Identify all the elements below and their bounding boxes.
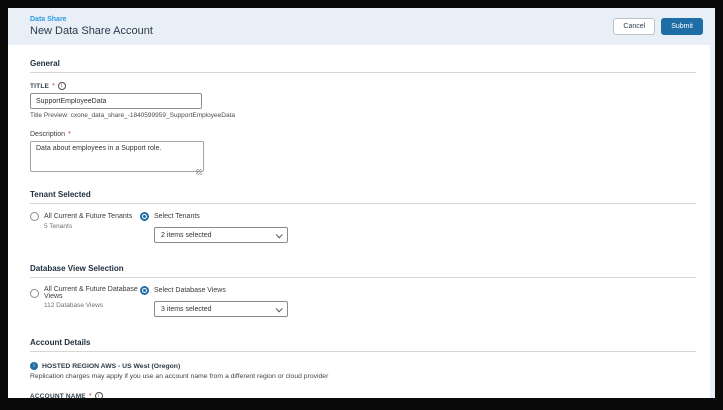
section-divider	[30, 351, 696, 352]
radio-checked-icon[interactable]	[140, 286, 149, 295]
breadcrumb[interactable]: Data Share	[30, 16, 153, 23]
chevron-down-icon	[276, 231, 283, 238]
info-icon[interactable]: i	[95, 392, 103, 398]
views-dropdown[interactable]: 3 items selected	[154, 301, 288, 317]
title-input[interactable]	[30, 93, 202, 109]
tenant-count: 5 Tenants	[44, 223, 140, 230]
info-icon-filled[interactable]: i	[30, 362, 38, 370]
section-general: General TITLE * i Title Preview: cxone_d…	[30, 59, 696, 177]
radio-unchecked-icon[interactable]	[30, 289, 39, 298]
required-asterisk: *	[68, 131, 71, 138]
header-actions: Cancel Submit	[613, 18, 703, 35]
submit-button[interactable]: Submit	[661, 18, 703, 35]
radio-all-tenants-label: All Current & Future Tenants	[44, 213, 132, 220]
views-count: 112 Database Views	[44, 302, 140, 309]
section-tenant: Tenant Selected All Current & Future Ten…	[30, 190, 696, 243]
radio-all-views-label: All Current & Future Database Views	[44, 286, 140, 300]
section-account: Account Details i HOSTED REGION AWS - US…	[30, 338, 696, 398]
chevron-down-icon	[276, 305, 283, 312]
radio-checked-icon[interactable]	[140, 212, 149, 221]
radio-all-views[interactable]: All Current & Future Database Views	[30, 286, 140, 300]
section-database: Database View Selection All Current & Fu…	[30, 264, 696, 317]
info-icon[interactable]: i	[58, 82, 66, 90]
form-content: General TITLE * i Title Preview: cxone_d…	[8, 59, 715, 398]
page-header: Data Share New Data Share Account Cancel…	[8, 8, 715, 45]
description-label: Description	[30, 131, 65, 138]
page-title: New Data Share Account	[30, 25, 153, 37]
tenants-dropdown-value: 2 items selected	[161, 232, 212, 239]
views-dropdown-value: 3 items selected	[161, 306, 212, 313]
section-divider	[30, 72, 696, 73]
replication-note: Replication charges may apply if you use…	[30, 373, 696, 380]
section-title-database: Database View Selection	[30, 264, 696, 273]
cancel-button[interactable]: Cancel	[613, 18, 655, 35]
description-textarea[interactable]: Data about employees in a Support role.	[30, 141, 204, 172]
page: Data Share New Data Share Account Cancel…	[8, 8, 715, 398]
scrollbar[interactable]	[710, 8, 715, 398]
section-title-account: Account Details	[30, 338, 696, 347]
radio-unchecked-icon[interactable]	[30, 212, 39, 221]
radio-select-views-label: Select Database Views	[154, 287, 226, 294]
radio-select-tenants-label: Select Tenants	[154, 213, 200, 220]
section-divider	[30, 277, 696, 278]
required-asterisk: *	[52, 83, 55, 90]
required-asterisk: *	[89, 393, 92, 399]
section-title-general: General	[30, 59, 696, 68]
radio-select-tenants[interactable]: Select Tenants	[140, 212, 696, 221]
radio-select-views[interactable]: Select Database Views	[140, 286, 696, 295]
title-preview: Title Preview: cxone_data_share_-1840599…	[30, 112, 696, 119]
section-divider	[30, 203, 696, 204]
tenants-dropdown[interactable]: 2 items selected	[154, 227, 288, 243]
resize-handle-icon[interactable]	[196, 169, 202, 175]
section-title-tenant: Tenant Selected	[30, 190, 696, 199]
header-titles: Data Share New Data Share Account	[30, 16, 153, 37]
hosted-region-label: HOSTED REGION AWS - US West (Oregon)	[42, 363, 180, 370]
title-label: TITLE	[30, 83, 49, 90]
account-name-label: ACCOUNT NAME	[30, 393, 86, 399]
radio-all-tenants[interactable]: All Current & Future Tenants	[30, 212, 140, 221]
